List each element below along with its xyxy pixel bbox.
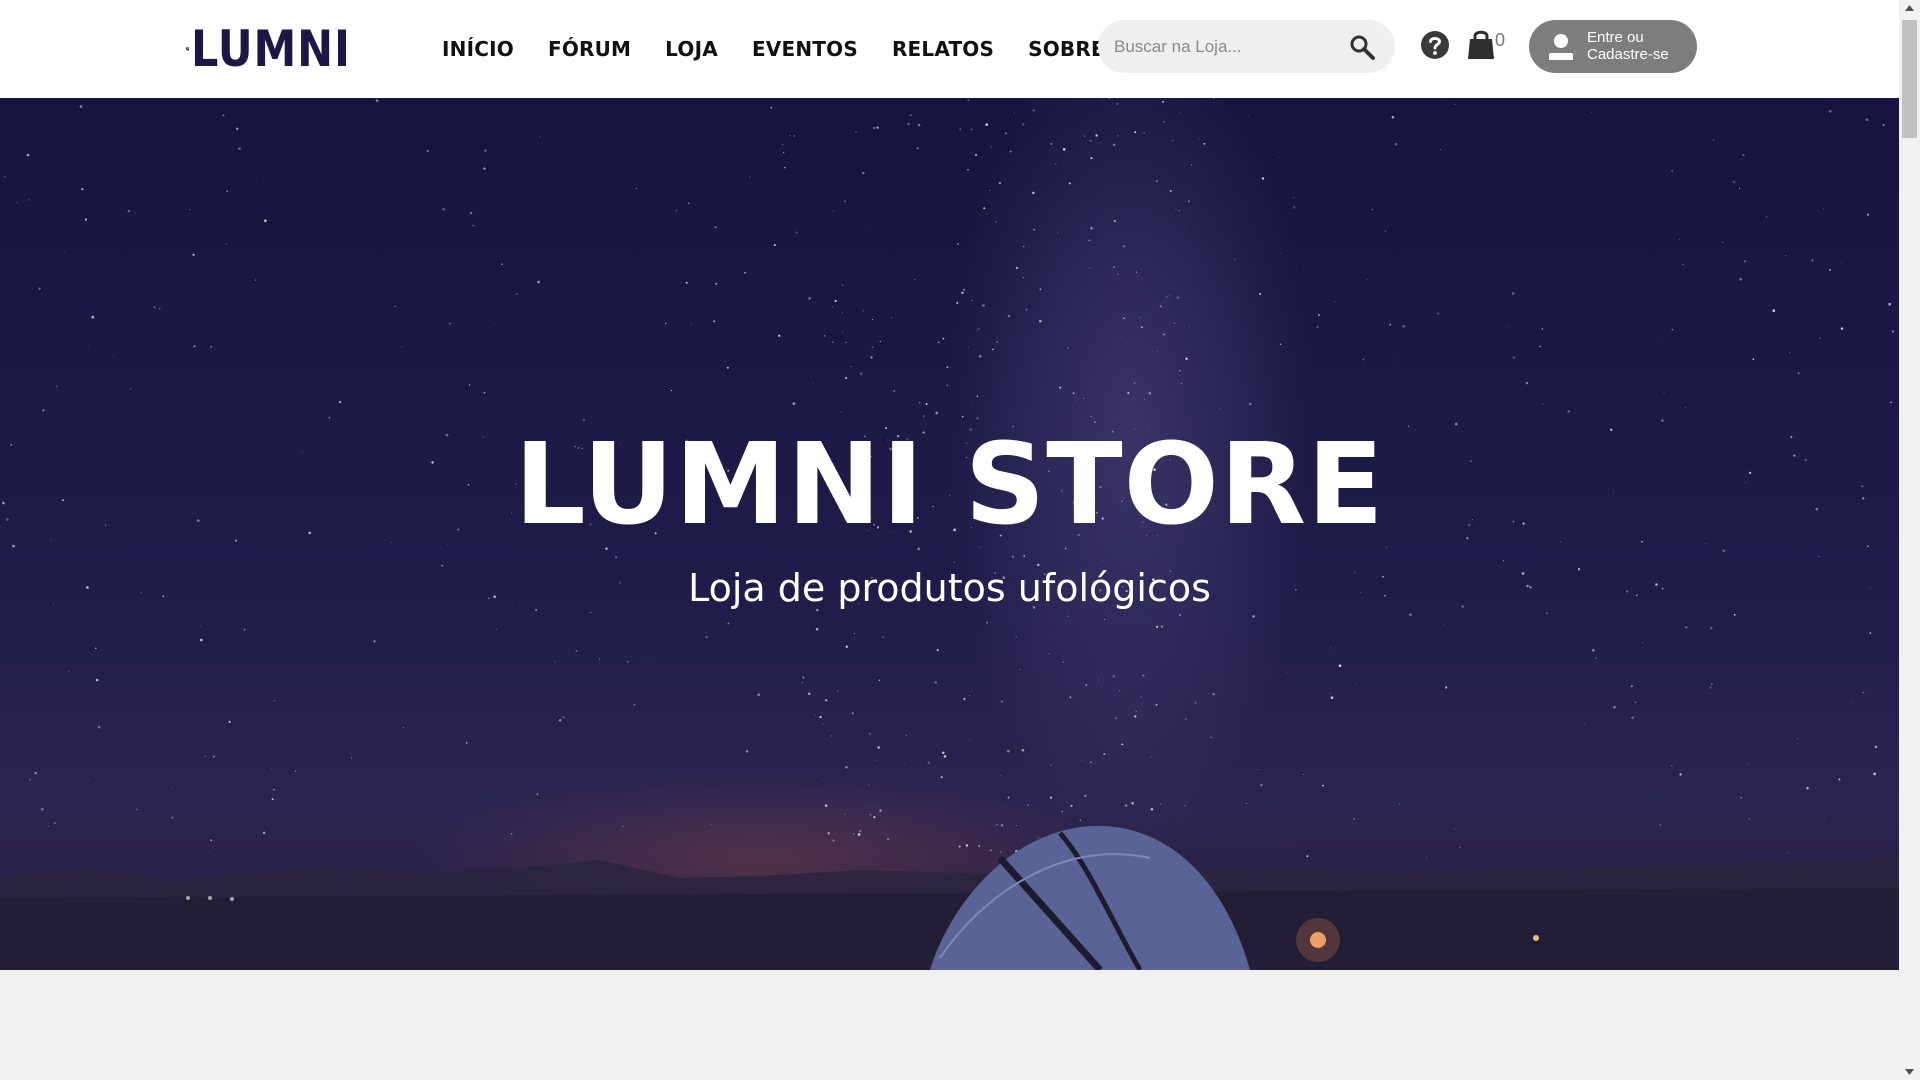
login-button[interactable]: Entre ou Cadastre-se (1529, 20, 1697, 73)
nav-item-loja[interactable]: LOJA (665, 37, 718, 61)
hero-title: LUMNI STORE (514, 420, 1385, 550)
scroll-up-arrow-icon[interactable] (1899, 0, 1920, 17)
ufo-beam-icon (186, 47, 190, 51)
logo-text: LUMNI (191, 20, 351, 78)
login-label: Entre ou Cadastre-se (1587, 29, 1669, 63)
nav-item-eventos[interactable]: EVENTOS (752, 37, 858, 61)
nav-item-forum[interactable]: FÓRUM (548, 37, 631, 61)
vertical-scrollbar[interactable] (1899, 0, 1920, 1080)
site-header: LUMNI INÍCIO FÓRUM LOJA EVENTOS RELATOS … (0, 0, 1899, 98)
help-circle-icon (1421, 31, 1449, 59)
cart-button[interactable] (1466, 28, 1496, 60)
main-nav: INÍCIO FÓRUM LOJA EVENTOS RELATOS SOBRE … (442, 0, 1161, 98)
hero-banner: LUMNI STORE Loja de produtos ufológicos (0, 98, 1899, 970)
page: LUMNI INÍCIO FÓRUM LOJA EVENTOS RELATOS … (0, 0, 1920, 1080)
search-icon (1350, 35, 1375, 60)
hero-subtitle: Loja de produtos ufológicos (688, 566, 1211, 610)
help-button[interactable] (1420, 30, 1450, 60)
shopping-bag-icon (1468, 30, 1494, 59)
scrollbar-thumb[interactable] (1902, 20, 1917, 138)
search-input[interactable] (1114, 32, 1334, 62)
search-button[interactable] (1348, 33, 1376, 61)
cart-count-badge: 0 (1495, 30, 1506, 50)
nav-item-inicio[interactable]: INÍCIO (442, 37, 514, 61)
user-icon (1549, 34, 1573, 60)
site-logo[interactable]: LUMNI (186, 24, 377, 74)
scroll-down-arrow-icon[interactable] (1899, 1063, 1920, 1080)
search-box (1098, 20, 1395, 73)
nav-item-relatos[interactable]: RELATOS (892, 37, 994, 61)
